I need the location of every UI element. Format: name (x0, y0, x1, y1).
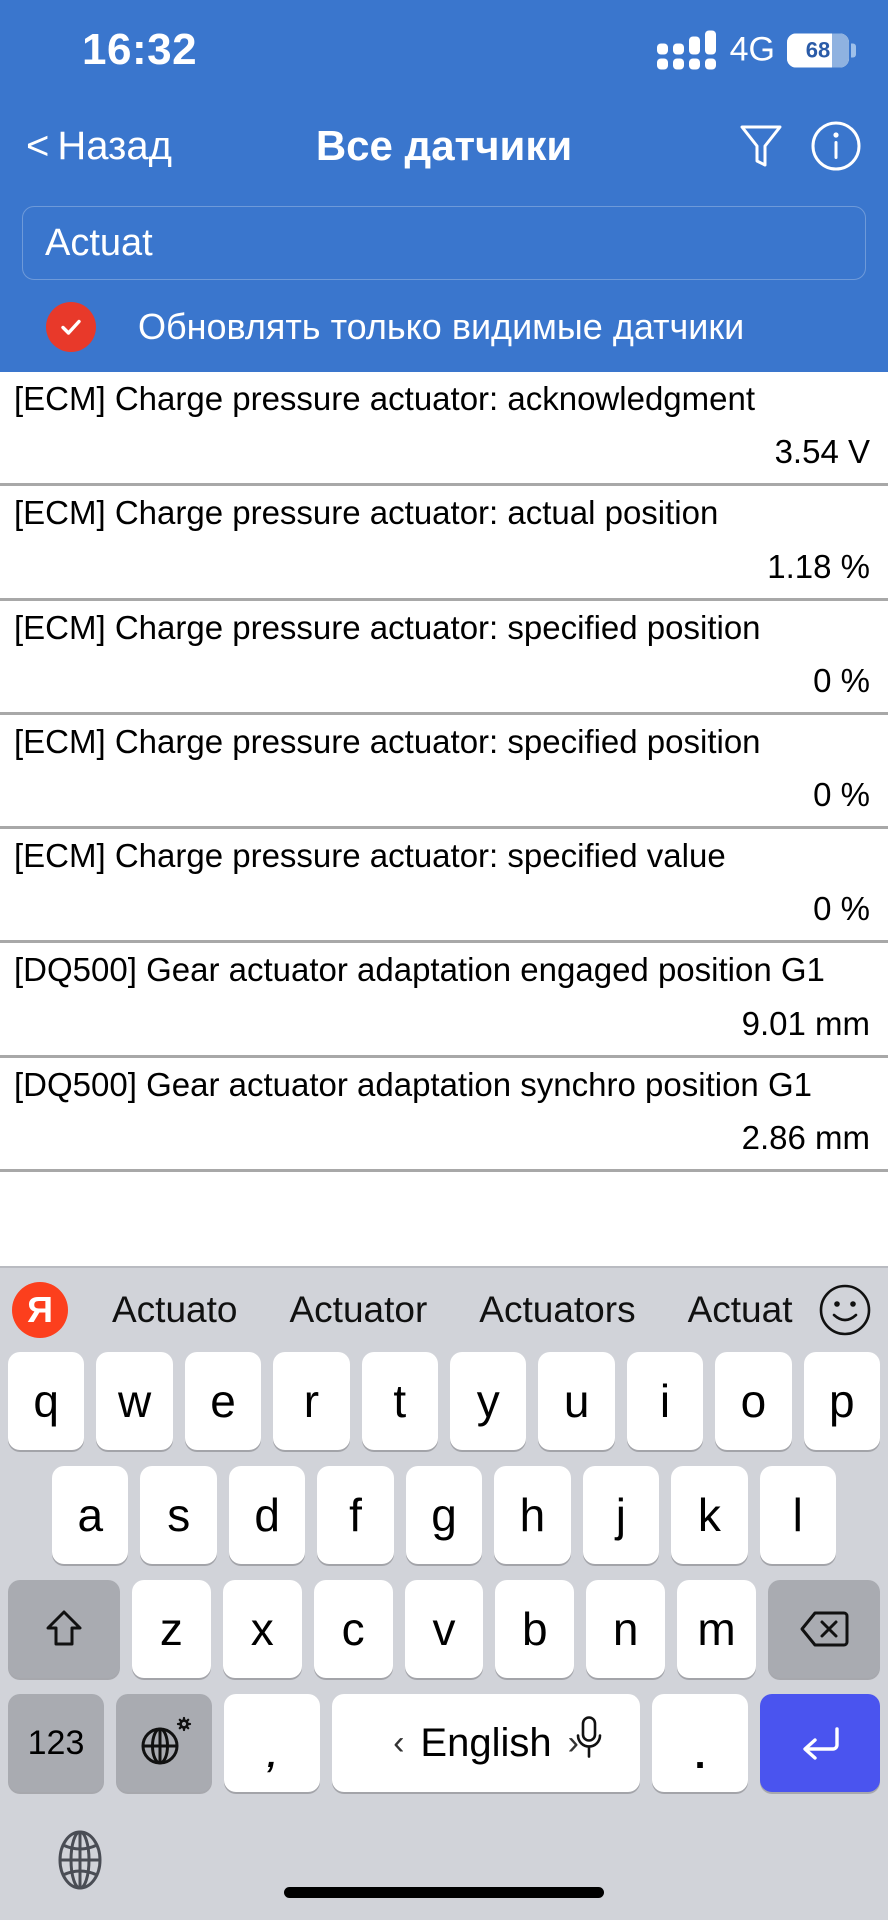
numeric-key[interactable]: 123 (8, 1694, 104, 1792)
table-row[interactable]: [ECM] Charge pressure actuator: acknowle… (0, 372, 888, 487)
return-key[interactable] (760, 1694, 880, 1792)
key-v[interactable]: v (404, 1580, 484, 1678)
signal-strength-icon (656, 30, 716, 70)
battery-percent-label: 68 (805, 37, 831, 62)
sensor-name: [ECM] Charge pressure actuator: actual p… (14, 494, 719, 532)
keyboard-row-1: q w e r t y u i o p (0, 1352, 888, 1450)
table-row[interactable]: [ECM] Charge pressure actuator: specifie… (0, 601, 888, 715)
prev-language-icon[interactable]: ‹ (393, 1724, 404, 1763)
home-indicator[interactable] (284, 1887, 604, 1898)
key-m[interactable]: m (677, 1580, 756, 1678)
key-j[interactable]: j (582, 1466, 660, 1564)
battery-icon: 68 (787, 33, 856, 67)
filter-icon[interactable] (738, 121, 784, 171)
key-i[interactable]: i (626, 1352, 704, 1450)
suggestion-item[interactable]: Actuato (86, 1289, 263, 1331)
suggestion-list: Actuato Actuator Actuators Actuat (86, 1289, 816, 1331)
navigation-bar: < Назад Все датчики (0, 100, 888, 192)
app-header-zone: 16:32 4G 68 < Назад Все датчики Actuat О… (0, 0, 888, 372)
key-p[interactable]: p (803, 1352, 881, 1450)
key-q[interactable]: q (7, 1352, 85, 1450)
key-y[interactable]: y (450, 1352, 527, 1450)
search-input[interactable]: Actuat (22, 206, 866, 280)
sensor-value: 9.01 mm (741, 1004, 870, 1042)
sensor-list: [ECM] Charge pressure actuator: acknowle… (0, 372, 888, 1266)
key-n[interactable]: n (586, 1580, 666, 1678)
key-h[interactable]: h (494, 1466, 571, 1564)
globe-icon[interactable] (50, 1824, 110, 1901)
key-b[interactable]: b (495, 1580, 575, 1678)
visible-only-label: Обновлять только видимые датчики (138, 306, 745, 347)
key-t[interactable]: t (361, 1352, 438, 1450)
sensor-name: [ECM] Charge pressure actuator: specifie… (14, 837, 726, 874)
smiley-icon[interactable] (816, 1281, 874, 1339)
visible-only-checkbox[interactable] (46, 302, 96, 352)
sensor-value: 1.18 % (767, 547, 870, 585)
yandex-logo-icon[interactable]: Я (12, 1282, 68, 1338)
chevron-left-icon: < (26, 123, 50, 168)
search-field-container: Actuat (0, 192, 888, 280)
key-x[interactable]: x (222, 1580, 302, 1678)
key-s[interactable]: s (140, 1466, 217, 1564)
table-row[interactable]: [ECM] Charge pressure actuator: actual p… (0, 486, 888, 601)
suggestion-item[interactable]: Actuator (263, 1289, 453, 1331)
sensor-value: 0 % (813, 890, 870, 928)
network-type-label: 4G (729, 30, 775, 69)
key-f[interactable]: f (317, 1466, 394, 1564)
key-k[interactable]: k (671, 1466, 748, 1564)
key-u[interactable]: u (538, 1352, 615, 1450)
microphone-icon[interactable] (572, 1714, 606, 1773)
navigation-actions (738, 120, 862, 172)
key-w[interactable]: w (96, 1352, 173, 1450)
sensor-name: [DQ500] Gear actuator adaptation engaged… (14, 951, 825, 989)
info-circle-icon[interactable] (810, 120, 862, 172)
suggestion-item[interactable]: Actuat (662, 1289, 816, 1331)
key-o[interactable]: o (715, 1352, 792, 1450)
suggestion-item[interactable]: Actuators (453, 1289, 661, 1331)
table-row[interactable]: [ECM] Charge pressure actuator: specifie… (0, 829, 888, 944)
shift-key[interactable] (8, 1580, 120, 1678)
globe-gear-icon[interactable] (116, 1694, 212, 1792)
key-e[interactable]: e (184, 1352, 262, 1450)
status-indicators: 4G 68 (656, 30, 856, 70)
table-row[interactable]: [DQ500] Gear actuator adaptation engaged… (0, 943, 888, 1058)
search-input-value: Actuat (45, 221, 153, 264)
table-row[interactable]: [ECM] Charge pressure actuator: specifie… (0, 715, 888, 829)
backspace-key[interactable] (768, 1580, 880, 1678)
back-button[interactable]: < Назад (26, 124, 172, 169)
status-bar: 16:32 4G 68 (0, 0, 888, 100)
key-l[interactable]: l (759, 1466, 836, 1564)
onscreen-keyboard: Я Actuato Actuator Actuators Actuat q w … (0, 1266, 888, 1920)
period-key[interactable]: . (652, 1694, 748, 1792)
back-button-label: Назад (57, 123, 172, 168)
sensor-value: 0 % (813, 776, 870, 813)
key-c[interactable]: c (313, 1580, 393, 1678)
space-key-label-group: ‹ English › (393, 1721, 579, 1766)
phone-screen: 16:32 4G 68 < Назад Все датчики Actuat О… (0, 0, 888, 1920)
sensor-name: [ECM] Charge pressure actuator: acknowle… (14, 380, 756, 417)
key-d[interactable]: d (228, 1466, 306, 1564)
table-row[interactable]: [DQ500] Gear actuator adaptation synchro… (0, 1058, 888, 1172)
keyboard-bottom-bar (0, 1802, 888, 1920)
visible-only-option-row[interactable]: Обновлять только видимые датчики (0, 280, 888, 372)
sensor-value: 0 % (813, 661, 870, 699)
space-key[interactable]: ‹ English › (332, 1694, 640, 1792)
sensor-name: [ECM] Charge pressure actuator: specifie… (14, 722, 761, 760)
key-r[interactable]: r (273, 1352, 350, 1450)
keyboard-row-2: a s d f g h j k l (0, 1466, 888, 1564)
keyboard-row-4: 123 , ‹ English › . (0, 1694, 888, 1792)
sensor-value: 3.54 V (774, 433, 870, 471)
status-clock: 16:32 (82, 25, 198, 74)
key-g[interactable]: g (405, 1466, 483, 1564)
sensor-name: [ECM] Charge pressure actuator: specifie… (14, 608, 761, 646)
comma-key[interactable]: , (224, 1694, 320, 1792)
sensor-name: [DQ500] Gear actuator adaptation synchro… (14, 1065, 812, 1103)
current-language-label: English (420, 1720, 552, 1765)
keyboard-row-3: z x c v b n m (0, 1580, 888, 1678)
suggestion-bar: Я Actuato Actuator Actuators Actuat (0, 1266, 888, 1352)
key-z[interactable]: z (131, 1580, 211, 1678)
key-a[interactable]: a (52, 1466, 129, 1564)
sensor-value: 2.86 mm (741, 1118, 870, 1156)
